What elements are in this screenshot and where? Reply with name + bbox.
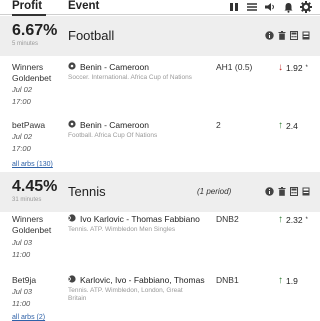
market-type: DNB2 bbox=[216, 214, 239, 224]
header-divider bbox=[0, 14, 320, 15]
tennis-ball-icon bbox=[68, 214, 76, 224]
event-time: 17:00 bbox=[12, 97, 31, 106]
calculator-alt-icon[interactable] bbox=[301, 186, 310, 196]
match-name: Karlovic, Ivo - Fabbiano, Thomas bbox=[80, 275, 205, 285]
odds-value[interactable]: ↑ 2.32 * bbox=[278, 214, 308, 225]
bookmaker-name[interactable]: Winners Goldenbet bbox=[12, 214, 64, 237]
event-time: 17:00 bbox=[12, 144, 31, 153]
league-name: Tennis. ATP. Wimbledon, London, Great Br… bbox=[68, 287, 183, 303]
event-time: 11:00 bbox=[12, 250, 31, 259]
odds-value[interactable]: ↑ 2.4 bbox=[278, 120, 301, 131]
bookmaker-name[interactable]: Bet9ja bbox=[12, 275, 36, 286]
info-icon[interactable] bbox=[265, 186, 274, 196]
volume-icon[interactable] bbox=[264, 1, 276, 13]
arrow-up-icon: ↑ bbox=[278, 120, 283, 131]
all-arbs-link[interactable]: all arbs (130) bbox=[12, 161, 53, 168]
bell-icon[interactable] bbox=[282, 1, 294, 13]
arrow-down-icon: ↓ bbox=[278, 62, 283, 73]
pause-icon[interactable] bbox=[228, 1, 240, 13]
settings-icon[interactable] bbox=[300, 1, 312, 13]
match-link[interactable]: Ivo Karlovic - Thomas Fabbiano bbox=[68, 214, 200, 224]
match-link[interactable]: Karlovic, Ivo - Fabbiano, Thomas bbox=[68, 275, 205, 285]
event-column-header[interactable]: Event bbox=[68, 0, 99, 12]
event-date: Jul 03 bbox=[12, 287, 33, 296]
odds-number: 2.32 bbox=[286, 214, 303, 225]
odds-value[interactable]: ↑ 1.9 bbox=[278, 275, 301, 286]
sport-name: Tennis bbox=[68, 184, 106, 199]
trash-icon[interactable] bbox=[277, 186, 286, 196]
market-type: DNB1 bbox=[216, 275, 239, 285]
calculator-alt-icon[interactable] bbox=[301, 30, 310, 40]
toolbar bbox=[228, 0, 312, 14]
soccer-ball-icon bbox=[68, 120, 76, 130]
odds-number: 1.92 bbox=[286, 62, 303, 73]
filter-icon[interactable] bbox=[246, 1, 258, 13]
tennis-ball-icon bbox=[68, 275, 76, 285]
time-ago: 31 minutes bbox=[12, 197, 42, 203]
period-label: (1 period) bbox=[197, 187, 232, 196]
info-icon[interactable] bbox=[265, 30, 274, 40]
league-name: Soccer. International. Africa Cup of Nat… bbox=[68, 74, 192, 81]
arb-actions bbox=[265, 186, 310, 196]
event-date: Jul 02 bbox=[12, 132, 33, 141]
match-link[interactable]: Benin - Cameroon bbox=[68, 62, 149, 72]
calculator-icon[interactable] bbox=[289, 186, 298, 196]
profit-column-header[interactable]: Profit bbox=[12, 0, 42, 12]
match-link[interactable]: Benin - Cameroon bbox=[68, 120, 149, 130]
match-name: Ivo Karlovic - Thomas Fabbiano bbox=[80, 214, 200, 224]
event-date: Jul 02 bbox=[12, 85, 33, 94]
match-name: Benin - Cameroon bbox=[80, 62, 149, 72]
odds-suffix: * bbox=[305, 216, 308, 223]
trash-icon[interactable] bbox=[277, 30, 286, 40]
profit-percent: 6.67% bbox=[12, 22, 58, 39]
profit-percent: 4.45% bbox=[12, 178, 58, 195]
market-type: AH1 (0.5) bbox=[216, 62, 253, 72]
event-time: 11:00 bbox=[12, 299, 31, 308]
odds-number: 1.9 bbox=[286, 275, 298, 286]
arb-actions bbox=[265, 30, 310, 40]
odds-number: 2.4 bbox=[286, 120, 298, 131]
arrow-up-icon: ↑ bbox=[278, 275, 283, 286]
soccer-ball-icon bbox=[68, 62, 76, 72]
sport-name: Football bbox=[68, 28, 115, 43]
bookmaker-name[interactable]: betPawa bbox=[12, 120, 45, 131]
bookmaker-name[interactable]: Winners Goldenbet bbox=[12, 62, 64, 85]
calculator-icon[interactable] bbox=[289, 30, 298, 40]
event-date: Jul 03 bbox=[12, 238, 33, 247]
odds-value[interactable]: ↓ 1.92 * bbox=[278, 62, 308, 73]
market-type: 2 bbox=[216, 120, 221, 130]
odds-suffix: * bbox=[305, 64, 308, 71]
match-name: Benin - Cameroon bbox=[80, 120, 149, 130]
arrow-up-icon: ↑ bbox=[278, 214, 283, 225]
league-name: Tennis. ATP. Wimbledon Men Singles bbox=[68, 226, 176, 233]
league-name: Football. Africa Cup Of Nations bbox=[68, 132, 158, 139]
time-ago: 5 minutes bbox=[12, 41, 39, 47]
